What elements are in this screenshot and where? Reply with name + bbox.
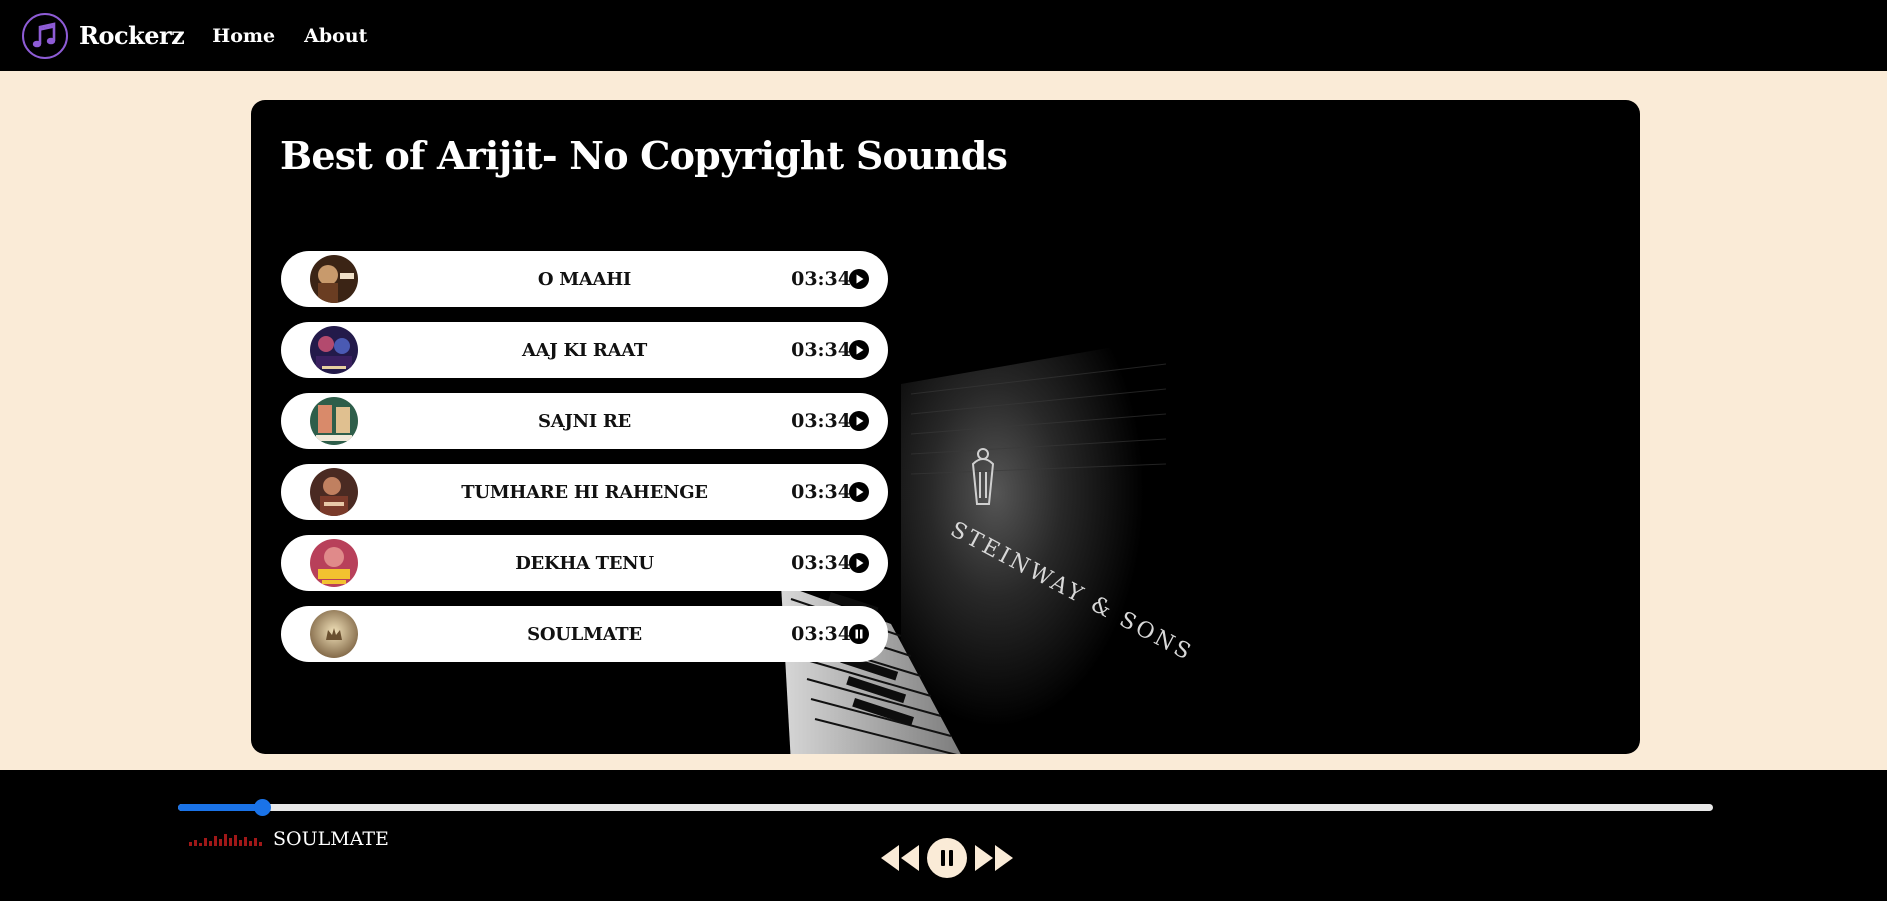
song-duration: 03:34 bbox=[791, 623, 851, 645]
play-icon[interactable] bbox=[849, 340, 869, 360]
playlist-title: Best of Arijit- No Copyright Sounds bbox=[280, 133, 1008, 178]
nav-home-link[interactable]: Home bbox=[212, 25, 275, 47]
now-playing-title: SOULMATE bbox=[273, 828, 389, 850]
equalizer-icon bbox=[189, 834, 262, 846]
nav-about-link[interactable]: About bbox=[304, 25, 367, 47]
album-cover-image bbox=[310, 397, 358, 445]
album-cover-image bbox=[310, 468, 358, 516]
song-item-dekha-tenu[interactable]: DEKHA TENU 03:34 bbox=[281, 535, 888, 591]
song-item-tumhare-hi-rahenge[interactable]: TUMHARE HI RAHENGE 03:34 bbox=[281, 464, 888, 520]
next-icon[interactable] bbox=[971, 843, 1015, 873]
song-duration: 03:34 bbox=[791, 339, 851, 361]
playback-controls bbox=[879, 838, 1015, 878]
music-note-icon[interactable] bbox=[21, 12, 69, 60]
album-cover-image bbox=[310, 539, 358, 587]
song-item-o-maahi[interactable]: O MAAHI 03:34 bbox=[281, 251, 888, 307]
progress-track[interactable] bbox=[178, 804, 1713, 811]
song-list: O MAAHI 03:34 AAJ KI RAAT 03:34 SAJNI RE… bbox=[281, 251, 888, 677]
brand-name[interactable]: Rockerz bbox=[79, 21, 185, 50]
play-icon[interactable] bbox=[849, 269, 869, 289]
progress-fill bbox=[178, 804, 263, 811]
previous-icon[interactable] bbox=[879, 843, 923, 873]
song-duration: 03:34 bbox=[791, 410, 851, 432]
album-cover-image bbox=[310, 326, 358, 374]
song-duration: 03:34 bbox=[791, 481, 851, 503]
pause-icon[interactable] bbox=[849, 624, 869, 644]
song-duration: 03:34 bbox=[791, 552, 851, 574]
progress-bar[interactable] bbox=[178, 799, 1713, 816]
play-icon[interactable] bbox=[849, 482, 869, 502]
now-playing: SOULMATE bbox=[189, 828, 389, 850]
song-duration: 03:34 bbox=[791, 268, 851, 290]
song-item-soulmate[interactable]: SOULMATE 03:34 bbox=[281, 606, 888, 662]
pause-icon[interactable] bbox=[927, 838, 967, 878]
album-cover-image bbox=[310, 255, 358, 303]
play-icon[interactable] bbox=[849, 553, 869, 573]
bottom-player: SOULMATE bbox=[0, 770, 1887, 901]
navbar: Rockerz Home About bbox=[0, 0, 1887, 71]
play-icon[interactable] bbox=[849, 411, 869, 431]
song-item-sajni-re[interactable]: SAJNI RE 03:34 bbox=[281, 393, 888, 449]
song-item-aaj-ki-raat[interactable]: AAJ KI RAAT 03:34 bbox=[281, 322, 888, 378]
progress-thumb[interactable] bbox=[254, 799, 272, 816]
playlist-card: STEINWAY & SONS Best of Arijit- No Copyr… bbox=[251, 100, 1640, 754]
album-cover-image bbox=[310, 610, 358, 658]
